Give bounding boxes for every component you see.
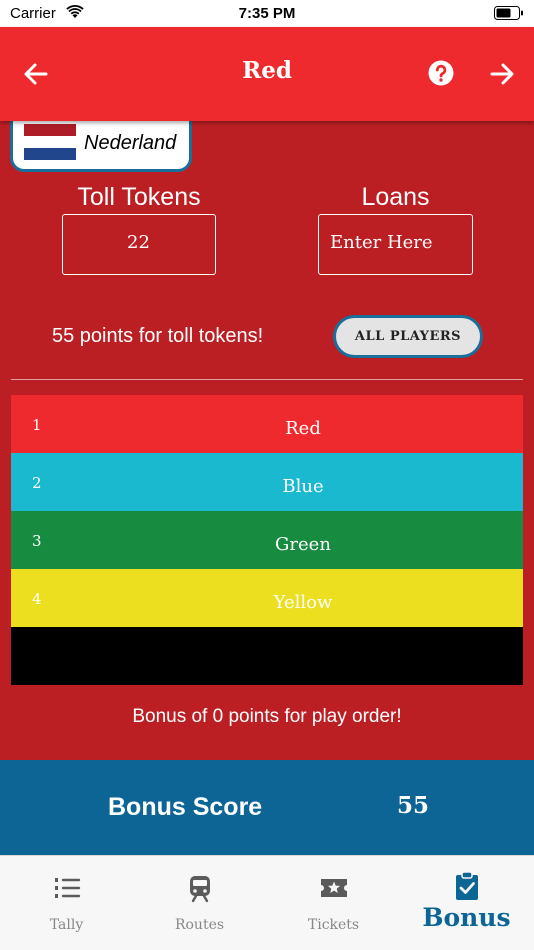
play-order-row[interactable] (11, 627, 523, 685)
tab-label: Bonus (422, 903, 511, 932)
play-order-row[interactable]: 4 Yellow (11, 569, 523, 627)
ticket-star-icon (321, 879, 347, 897)
list-icon (55, 878, 81, 898)
status-bar: Carrier 7:35 PM (0, 0, 534, 27)
toll-tokens-value: 22 (127, 232, 150, 253)
play-order-bonus-message: Bonus of 0 points for play order! (132, 706, 402, 727)
app-header: Red (0, 27, 534, 121)
loans-label: Loans (361, 183, 430, 211)
status-time: 7:35 PM (238, 5, 296, 22)
toll-tokens-input[interactable]: 22 (62, 214, 216, 275)
flag-stripe-white (24, 136, 76, 148)
help-circle-icon[interactable] (428, 60, 454, 86)
play-order-row[interactable]: 3 Green (11, 511, 523, 569)
play-order-row[interactable]: 2 Blue (11, 453, 523, 511)
train-icon (190, 876, 210, 903)
arrow-right-icon[interactable] (488, 60, 516, 88)
tab-tally[interactable]: Tally (0, 856, 133, 950)
toll-points-message: 55 points for toll tokens! (52, 325, 264, 347)
country-name: Nederland (84, 132, 177, 154)
tab-bonus[interactable]: Bonus (400, 856, 533, 950)
bonus-score-label: Bonus Score (108, 793, 263, 821)
loans-input[interactable]: Enter Here (318, 214, 473, 275)
divider (11, 379, 523, 380)
tab-routes[interactable]: Routes (133, 856, 266, 950)
play-order-row[interactable]: 1 Red (11, 395, 523, 453)
player-color-name: Red (285, 418, 321, 439)
tab-label: Tally (49, 917, 84, 933)
tab-bar: Tally Routes Tickets Bonus (0, 855, 534, 950)
bonus-score-value: 55 (397, 792, 430, 819)
clipboard-check-icon (456, 871, 478, 900)
loans-placeholder: Enter Here (330, 232, 433, 253)
player-color-name: Blue (282, 476, 324, 497)
netherlands-flag-icon (24, 124, 76, 160)
all-players-button[interactable]: ALL PLAYERS (333, 315, 483, 358)
tab-label: Routes (174, 917, 225, 933)
play-order-list: 1 Red 2 Blue 3 Green 4 Yellow (11, 395, 523, 685)
tab-tickets[interactable]: Tickets (267, 856, 400, 950)
bonus-score-bar: Bonus Score 55 (0, 760, 534, 855)
flag-stripe-red (24, 124, 76, 136)
flag-stripe-blue (24, 148, 76, 160)
battery-icon (494, 6, 523, 20)
player-color-name: Green (275, 534, 331, 555)
player-color-name: Yellow (273, 592, 333, 613)
toll-tokens-label: Toll Tokens (77, 183, 201, 211)
tab-label: Tickets (307, 917, 360, 933)
